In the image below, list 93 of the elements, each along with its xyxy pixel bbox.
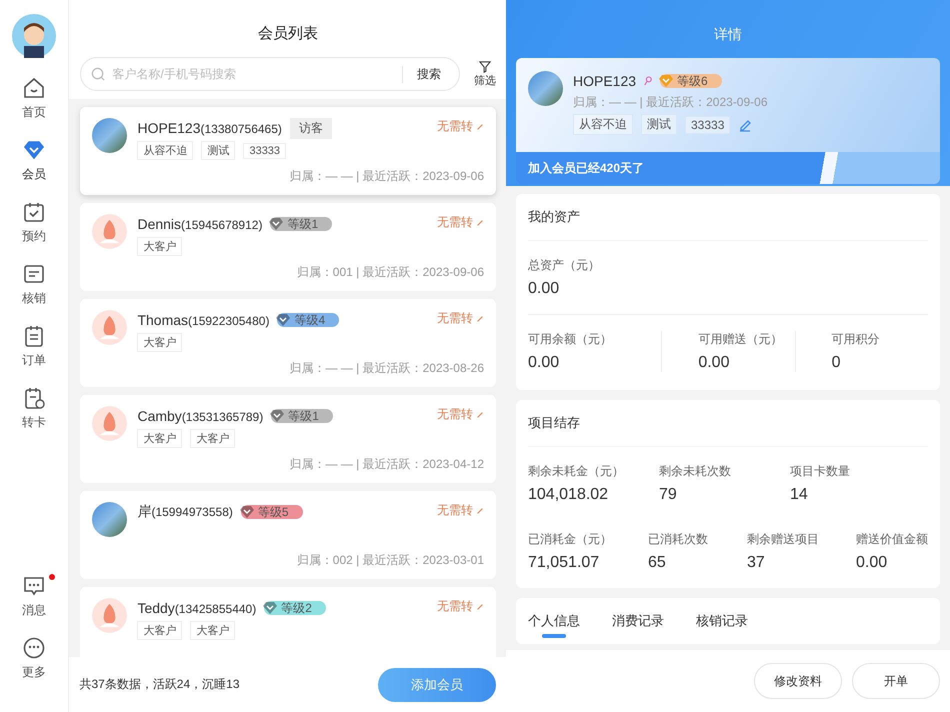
stat-label: 已消耗金（元） [528,531,613,548]
stat-label: 剩余未耗次数 [659,463,732,480]
stat-value: 65 [648,554,667,572]
summary-text: 共37条数据，活跃24，沉睡13 [79,676,240,693]
tag: 大客户 [190,621,236,640]
filter-button[interactable]: 筛选 [474,60,496,88]
photo-placeholder [528,71,563,106]
tag: 从容不迫 [573,114,633,135]
diamond-icon [22,138,46,162]
tab[interactable]: 核销记录 [696,612,748,634]
member-meta: 归属：— — | 最近活跃：2023-09-06 [289,168,484,185]
search-icon [91,66,106,82]
member-card[interactable]: Dennis(15945678912) 等级1 大客户 无需转 归属：001 | 最近活跃：2023-09-06 [80,203,496,291]
member-name: HOPE123 [573,73,636,89]
stat-label: 可用余额（元） [528,331,613,348]
member-name: 岸(15994973558) [137,503,233,521]
search-field[interactable]: 客户名称/手机号码搜索 搜索 [80,57,460,91]
tag: 大客户 [137,621,182,640]
stat-value: 71,051.07 [528,554,600,572]
member-name: Teddy(13425855440) [137,600,256,616]
house-icon [22,76,46,100]
member-meta: 归属：— — | 最近活跃：2023-09-06 [573,94,768,111]
member-meta: 归属：002 | 最近活跃：2023-03-01 [296,552,484,569]
stat-label: 项目卡数量 [790,463,851,480]
stat-value: 0.00 [528,280,560,298]
member-name: Dennis(15945678912) [137,216,262,232]
calendar-check-icon [22,200,46,224]
nav-item[interactable]: 预约 [13,200,56,245]
panel-title: 详情 [713,25,743,44]
level-badge: 等级1 [270,217,332,231]
stat-label: 可用赠送（元） [698,331,784,348]
member-meta: 归属：— — | 最近活跃：2023-08-26 [289,360,484,377]
tag: 从容不迫 [137,141,194,160]
level-badge: 等级2 [264,601,326,615]
nav-item[interactable]: 更多 [13,636,56,681]
level-badge: 等级6 [660,74,722,88]
tag: 大客户 [190,429,236,448]
stat-value: 104,018.02 [528,486,610,504]
panel-title: 会员列表 [257,24,320,43]
tag: 33333 [243,142,286,158]
tab[interactable]: 消费记录 [612,612,664,634]
user-avatar-icon [12,14,56,58]
visitor-badge: 访客 [290,118,332,138]
member-card[interactable]: 岸(15994973558) 等级5 无需转 归属：002 | 最近活跃：2023-03-01 [80,491,496,579]
stat-label: 剩余未耗金（元） [528,463,625,480]
nav-item[interactable]: 消息 [13,574,56,619]
section-title: 项目结存 [528,400,928,447]
nav-item[interactable]: 转卡 [13,386,56,431]
stat-value: 79 [659,486,678,504]
nav-item[interactable]: 订单 [13,324,56,369]
chat-icon [22,574,46,598]
stat-value: 0.00 [856,554,888,572]
edit-icon[interactable] [738,118,752,132]
level-badge: 等级1 [271,409,333,423]
stat-value: 14 [790,486,809,504]
nav-item[interactable]: 会员 [13,138,56,183]
stat-label: 总资产（元） [528,257,601,274]
document-icon [22,262,46,286]
filter-icon [479,60,491,72]
tag: 大客户 [137,429,182,448]
nav-item[interactable]: 首页 [13,76,56,121]
action-button[interactable]: 修改资料 [754,663,842,699]
member-meta: 归属：001 | 最近活跃：2023-09-06 [296,264,484,281]
level-badge: 等级5 [240,505,303,519]
membership-banner: 加入会员已经420天了 [516,152,940,184]
member-card[interactable]: Thomas(15922305480) 等级4 大客户 无需转 归属：— — | 最近活跃：2023-08-26 [80,299,496,387]
stat-label: 赠送价值金额 [856,531,928,548]
member-name: Thomas(15922305480) [137,312,270,328]
level-badge: 等级4 [277,313,340,327]
stat-value: 37 [747,554,766,572]
tag: 测试 [641,114,677,135]
member-name: HOPE123(13380756465) [137,120,282,136]
action-button[interactable]: 开单 [852,663,940,699]
stat-value: 0.00 [528,354,560,372]
card-clock-icon [22,386,46,410]
section-title: 我的资产 [528,194,928,241]
search-button[interactable]: 搜索 [402,66,449,82]
stat-value: 0.00 [698,354,730,372]
tag: 大客户 [137,333,182,352]
tag: 大客户 [137,237,182,256]
member-card[interactable]: Teddy(13425855440) 等级2 大客户 大客户 无需转 [80,587,496,657]
stat-label: 可用积分 [832,331,881,348]
member-card[interactable]: Camby(13531365789) 等级1 大客户 大客户 无需转 归属：— — | 最近活跃：2023-04-12 [80,395,496,483]
stat-label: 已消耗次数 [648,531,709,548]
more-dots-icon [22,636,46,660]
member-meta: 归属：— — | 最近活跃：2023-04-12 [289,456,484,473]
tag: 33333 [685,116,730,134]
stat-label: 剩余赠送项目 [747,531,820,548]
member-name: Camby(13531365789) [137,408,264,424]
tag: 测试 [201,141,236,160]
nav-item[interactable]: 核销 [13,262,56,307]
stat-value: 0 [832,354,842,372]
member-card[interactable]: HOPE123(13380756465) 访客 从容不迫 测试 33333 无需转 归属：— — | 最近活跃：2023-09-06 [80,107,496,195]
